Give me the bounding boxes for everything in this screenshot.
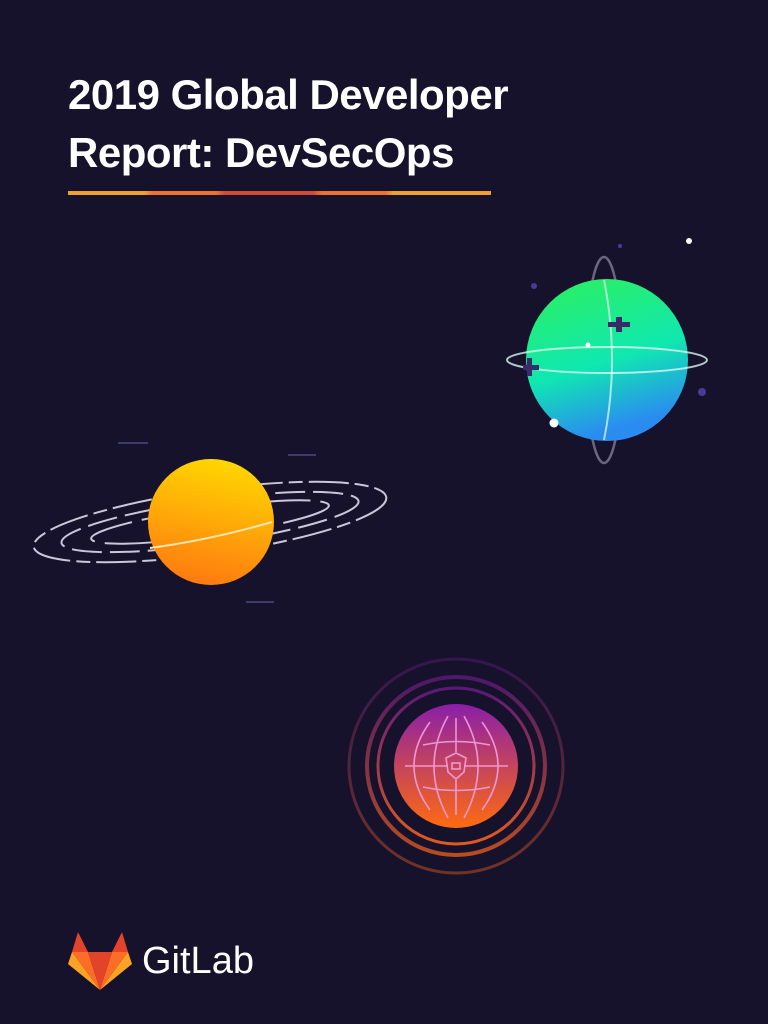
ringed-planet-icon bbox=[32, 442, 388, 603]
security-globe-icon bbox=[347, 657, 565, 875]
green-planet-satellite-icon bbox=[506, 238, 708, 465]
gitlab-logo: GitLab bbox=[68, 930, 254, 992]
brand-name: GitLab bbox=[142, 939, 254, 982]
cover-illustration bbox=[32, 238, 708, 875]
gitlab-tanuki-icon bbox=[68, 932, 132, 990]
